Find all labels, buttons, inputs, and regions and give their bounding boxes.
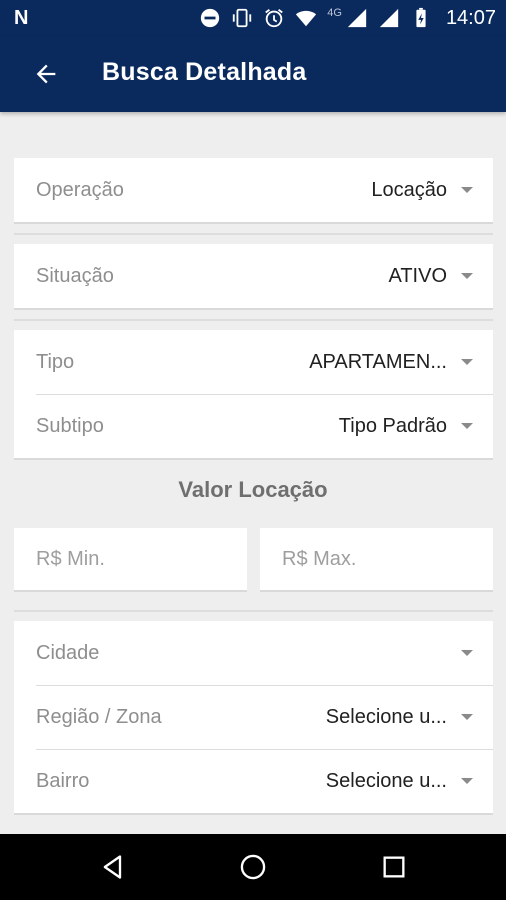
dropdown-arrow-icon xyxy=(461,778,473,784)
subtipo-dropdown[interactable]: Subtipo Tipo Padrão xyxy=(14,394,493,458)
dropdown-arrow-icon xyxy=(461,187,473,193)
regiao-value: Selecione u... xyxy=(325,705,447,728)
dropdown-arrow-icon xyxy=(461,650,473,656)
tipo-label: Tipo xyxy=(36,350,75,373)
operacao-dropdown[interactable]: Operação Locação xyxy=(14,158,493,222)
divider xyxy=(14,610,493,612)
nav-back-button[interactable] xyxy=(93,847,133,887)
vibrate-icon xyxy=(231,7,253,29)
divider xyxy=(14,319,493,321)
dropdown-arrow-icon xyxy=(461,714,473,720)
regiao-dropdown[interactable]: Região / Zona Selecione u... xyxy=(14,685,493,749)
signal-icon xyxy=(346,7,368,29)
arrow-back-icon xyxy=(36,64,56,84)
operacao-card: Operação Locação xyxy=(14,158,493,224)
clock: 14:07 xyxy=(445,6,496,29)
max-price-input[interactable] xyxy=(260,528,493,590)
n-notification-icon: N xyxy=(14,7,29,29)
network-type-label: 4G xyxy=(327,7,342,19)
system-nav-bar xyxy=(0,834,506,900)
back-triangle-icon xyxy=(103,855,122,879)
situacao-value: ATIVO xyxy=(388,264,447,287)
dropdown-arrow-icon xyxy=(461,273,473,279)
cidade-label: Cidade xyxy=(36,641,100,664)
situacao-label: Situação xyxy=(36,264,114,287)
tipo-dropdown[interactable]: Tipo APARTAMEN... xyxy=(14,330,493,394)
valor-locacao-heading: Valor Locação xyxy=(178,477,328,502)
location-card: Cidade Região / Zona Selecione u... Bair… xyxy=(14,621,493,815)
signal-icon xyxy=(378,7,400,29)
nav-recents-button[interactable] xyxy=(374,847,414,887)
operacao-value: Locação xyxy=(371,178,447,201)
min-price-input[interactable] xyxy=(14,528,247,590)
battery-charging-icon xyxy=(410,7,432,29)
status-bar: N 4G 14:07 xyxy=(0,0,506,36)
page-title: Busca Detalhada xyxy=(102,58,307,86)
subtipo-value: Tipo Padrão xyxy=(338,414,447,437)
min-price-box xyxy=(14,528,247,592)
subtipo-label: Subtipo xyxy=(36,414,104,437)
app-bar: Busca Detalhada xyxy=(0,36,506,112)
divider xyxy=(14,233,493,235)
bairro-dropdown[interactable]: Bairro Selecione u... xyxy=(14,749,493,813)
recents-square-icon xyxy=(383,856,405,878)
regiao-label: Região / Zona xyxy=(36,705,162,728)
max-price-box xyxy=(260,528,493,592)
bairro-value: Selecione u... xyxy=(325,769,447,792)
home-circle-icon xyxy=(240,854,266,880)
bairro-label: Bairro xyxy=(36,769,90,792)
dropdown-arrow-icon xyxy=(461,423,473,429)
cidade-dropdown[interactable]: Cidade xyxy=(14,621,493,685)
situacao-card: Situação ATIVO xyxy=(14,244,493,310)
operacao-label: Operação xyxy=(36,178,124,201)
tipo-value: APARTAMEN... xyxy=(309,350,447,373)
do-not-disturb-icon xyxy=(199,7,221,29)
situacao-dropdown[interactable]: Situação ATIVO xyxy=(14,244,493,308)
nav-home-button[interactable] xyxy=(233,847,273,887)
alarm-icon xyxy=(263,7,285,29)
dropdown-arrow-icon xyxy=(461,359,473,365)
back-button[interactable] xyxy=(28,56,64,92)
wifi-icon xyxy=(295,7,317,29)
status-icons: 4G 14:07 xyxy=(199,0,496,36)
tipo-card: Tipo APARTAMEN... Subtipo Tipo Padrão xyxy=(14,330,493,460)
